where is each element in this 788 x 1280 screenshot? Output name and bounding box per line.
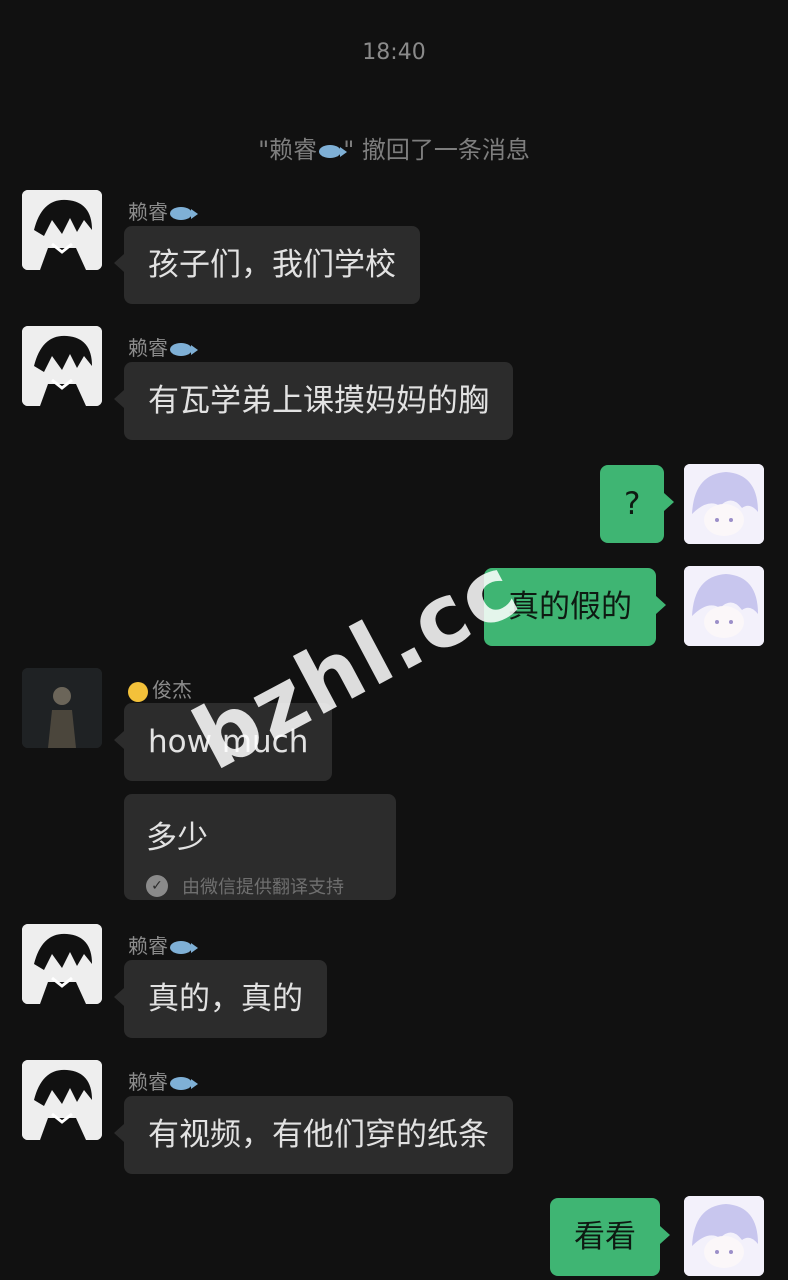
my-message-bubble[interactable]: 真的假的 (484, 568, 666, 646)
message-bubble[interactable]: 有视频，有他们穿的纸条 (114, 1096, 513, 1174)
recall-notice-suffix: " 撤回了一条消息 (343, 136, 530, 164)
fish-icon (170, 941, 198, 954)
avatar-lairui[interactable] (22, 1060, 102, 1140)
avatar-junjie[interactable] (22, 668, 102, 748)
my-message-bubble[interactable]: ? (600, 465, 676, 543)
translation-card[interactable]: 多少 ✓ 由微信提供翻译支持 (124, 794, 396, 900)
avatar-lairui[interactable] (22, 326, 102, 406)
message-bubble[interactable]: 真的，真的 (114, 960, 327, 1038)
recall-notice: "赖睿 " 撤回了一条消息 (0, 130, 788, 165)
smile-emoji-icon (128, 681, 148, 702)
my-message-bubble[interactable]: 看看 (550, 1198, 670, 1276)
avatar-self[interactable] (684, 464, 764, 544)
avatar-self[interactable] (684, 1196, 764, 1276)
avatar-lairui[interactable] (22, 924, 102, 1004)
fish-icon (170, 207, 198, 220)
fish-icon (170, 1077, 198, 1090)
timestamp: 18:40 (362, 40, 426, 65)
fish-icon (319, 144, 348, 158)
translation-note: ✓ 由微信提供翻译支持 (146, 873, 374, 899)
avatar-self[interactable] (684, 566, 764, 646)
avatar-lairui[interactable] (22, 190, 102, 270)
fish-icon (170, 343, 198, 356)
translation-text: 多少 (146, 820, 208, 856)
sender-name: 赖睿 (128, 930, 198, 959)
sender-name: 赖睿 (128, 1066, 198, 1095)
check-icon: ✓ (146, 875, 168, 897)
sender-name: 俊杰 (128, 674, 192, 703)
message-bubble[interactable]: 有瓦学弟上课摸妈妈的胸 (114, 362, 513, 440)
sender-name: 赖睿 (128, 196, 198, 225)
sender-name: 赖睿 (128, 332, 198, 361)
message-bubble[interactable]: how much (113, 703, 333, 781)
message-bubble[interactable]: 孩子们，我们学校 (114, 226, 420, 304)
recall-notice-prefix: "赖睿 (258, 136, 318, 164)
